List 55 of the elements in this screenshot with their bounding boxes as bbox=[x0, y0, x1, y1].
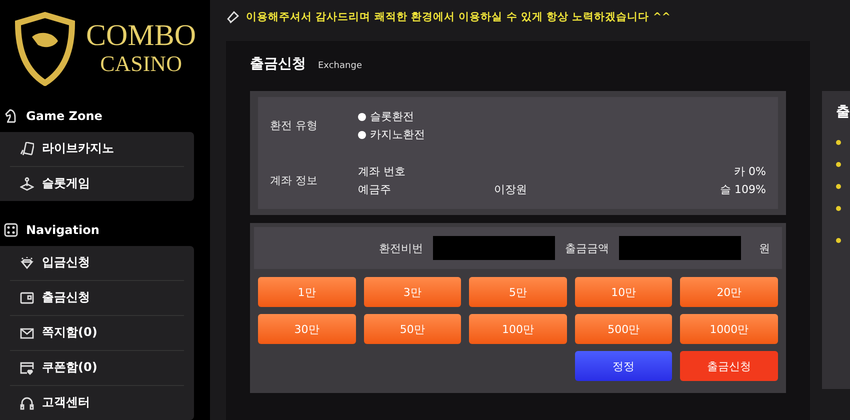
sidebar-item[interactable]: 쿠폰함(0) bbox=[10, 350, 184, 386]
amount-button[interactable]: 100만 bbox=[469, 314, 567, 344]
unit-label: 원 bbox=[759, 240, 770, 256]
holder-name: 이장원 bbox=[494, 182, 528, 197]
bullet-icon bbox=[836, 184, 841, 189]
logo-text: COMBO CASINO bbox=[86, 21, 196, 76]
bullet-icon bbox=[836, 238, 841, 243]
sidebar-item[interactable]: 출금신청 bbox=[10, 280, 184, 316]
megaphone-icon bbox=[226, 10, 240, 24]
amount-button[interactable]: 1000만 bbox=[680, 314, 778, 344]
bullet-icon bbox=[836, 206, 841, 211]
headset-icon bbox=[20, 396, 34, 410]
amount-button[interactable]: 50만 bbox=[364, 314, 462, 344]
amount-button[interactable]: 30만 bbox=[258, 314, 356, 344]
sidebar-item[interactable]: 슬롯게임 bbox=[10, 166, 184, 201]
amount-button[interactable]: 3만 bbox=[364, 277, 462, 307]
sidebar-item[interactable]: 입금신청 bbox=[10, 246, 184, 281]
field-label: 환전 유형 bbox=[270, 118, 318, 133]
radio-option[interactable]: 카지노환전 bbox=[358, 127, 766, 142]
wallet-icon bbox=[20, 290, 34, 305]
amount-button[interactable]: 10만 bbox=[574, 277, 672, 307]
dice-icon bbox=[4, 223, 18, 238]
field-label: 계좌 정보 bbox=[270, 173, 318, 188]
submit-button[interactable]: 출금신청 bbox=[680, 351, 778, 381]
section-heading: Game Zone bbox=[26, 109, 102, 124]
section-heading: Navigation bbox=[26, 223, 100, 238]
mail-icon bbox=[20, 326, 34, 340]
field-label: 계좌 번호 bbox=[358, 164, 406, 179]
amount-button[interactable]: 20만 bbox=[680, 277, 778, 307]
panel-title: 출 bbox=[836, 103, 850, 121]
coupon-icon bbox=[20, 360, 34, 375]
radio-option[interactable]: 슬롯환전 bbox=[358, 109, 766, 124]
field-label: 예금주 bbox=[358, 182, 392, 197]
page-subtitle: Exchange bbox=[318, 61, 362, 71]
bullet-icon bbox=[836, 162, 841, 167]
joystick-icon bbox=[20, 176, 34, 191]
reset-button[interactable]: 정정 bbox=[574, 351, 672, 381]
amount-button[interactable]: 1만 bbox=[258, 277, 356, 307]
sidebar-item[interactable]: 쪽지함(0) bbox=[10, 316, 184, 351]
bullet-icon bbox=[836, 140, 841, 145]
notice-text: 이용해주셔서 감사드리며 쾌적한 환경에서 이용하실 수 있게 항상 노력하겠습니다 ^^ bbox=[246, 10, 670, 24]
cards-icon bbox=[20, 142, 34, 156]
rate-text: 카 0% bbox=[733, 164, 766, 179]
amount-button[interactable]: 5만 bbox=[469, 277, 567, 307]
sidebar-item[interactable]: 고객센터 bbox=[10, 386, 184, 420]
knight-icon bbox=[4, 109, 18, 124]
password-field[interactable] bbox=[433, 236, 555, 260]
rate-text: 슬 109% bbox=[719, 182, 766, 197]
sidebar-item[interactable]: 라이브카지노 bbox=[10, 132, 184, 167]
field-label: 환전비번 bbox=[379, 240, 423, 256]
page-title: 출금신청 bbox=[250, 55, 306, 73]
amount-button[interactable]: 500만 bbox=[574, 314, 672, 344]
diamond-icon bbox=[20, 256, 34, 270]
amount-field[interactable] bbox=[619, 236, 741, 260]
field-label: 출금금액 bbox=[565, 240, 609, 256]
